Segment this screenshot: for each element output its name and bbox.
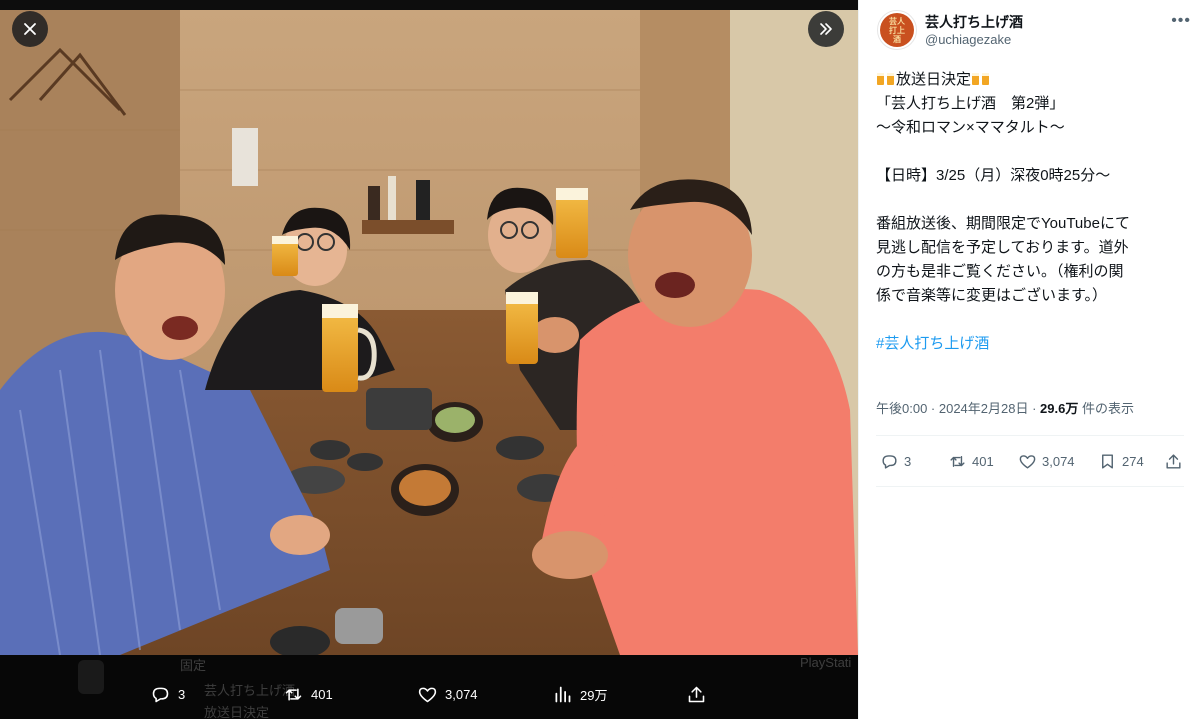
tweet-line-11	[876, 308, 1192, 332]
reply-icon	[882, 454, 897, 469]
tweet-timestamp[interactable]: 午後0:00 · 2024年2月28日 ·	[876, 401, 1040, 416]
media-like-count: 3,074	[445, 686, 478, 702]
divider	[876, 486, 1184, 487]
media-views-count: 29万	[580, 687, 608, 703]
share-icon	[1166, 453, 1181, 469]
tweet-line-9: の方も是非ご覧ください。（権利の関	[876, 263, 1124, 280]
tweet-line-8: 見逃し配信を予定しております。道外	[876, 239, 1129, 256]
tweet-line-6	[876, 188, 1192, 212]
close-media-button[interactable]	[12, 11, 48, 47]
views-count: 29.6万	[1040, 401, 1079, 416]
media-retweet-count: 401	[311, 686, 333, 702]
divider	[876, 435, 1184, 436]
beer-mugs-emoji-icon	[877, 73, 894, 85]
reply-icon	[152, 687, 169, 702]
tweet-line-2: 「芸人打ち上げ酒 第2弾」	[876, 95, 1065, 112]
tweet-author: 芸人 打上酒 芸人打ち上げ酒 @uchiagezake •••	[877, 10, 1191, 54]
tweet-line-1: 放送日決定	[876, 68, 1192, 92]
bookmark-icon	[1102, 453, 1113, 469]
retweet-button[interactable]: 401	[948, 448, 994, 474]
tweet-text: 放送日決定 「芸人打ち上げ酒 第2弾」 〜令和ロマン×ママタルト〜 【日時】3/…	[876, 68, 1192, 356]
tweet-line-7: 番組放送後、期間限定でYouTubeにて	[876, 215, 1130, 232]
tweet-action-row: 3 401 3,074 274	[876, 448, 1184, 474]
media-reply-count: 3	[178, 686, 186, 702]
media-retweet-button[interactable]: 401	[283, 671, 333, 717]
close-icon	[24, 23, 36, 35]
author-handle[interactable]: @uchiagezake	[925, 32, 1011, 47]
media-reply-button[interactable]: 3	[150, 671, 185, 717]
tweet-line-5: 【日時】3/25（月）深夜0時25分〜	[876, 167, 1111, 184]
hashtag-link[interactable]: #芸人打ち上げ酒	[876, 332, 1192, 356]
retweet-icon	[950, 455, 965, 467]
media-viewer: 固定 芸人打ち上げ酒 放送日決定 PlayStati 3 401 3,074 2…	[0, 0, 858, 719]
retweet-icon	[285, 687, 302, 701]
collapse-panel-button[interactable]	[808, 11, 844, 47]
media-share-button[interactable]	[686, 671, 707, 717]
tweet-detail-panel: 芸人 打上酒 芸人打ち上げ酒 @uchiagezake ••• 放送日決定 「芸人…	[858, 0, 1200, 719]
views-icon	[555, 686, 571, 702]
reply-button[interactable]: 3	[880, 448, 911, 474]
like-count: 3,074	[1042, 453, 1075, 469]
tweet-line-1-text: 放送日決定	[896, 71, 972, 88]
tweet-meta: 午後0:00 · 2024年2月28日 · 29.6万 件の表示	[876, 398, 1134, 417]
avatar-logo: 芸人 打上酒	[880, 13, 914, 47]
double-chevron-right-icon	[820, 23, 832, 35]
background-side-label: PlayStati	[800, 655, 852, 670]
bookmark-count: 274	[1122, 453, 1144, 469]
like-icon	[418, 687, 437, 702]
views-label: 件の表示	[1078, 401, 1134, 416]
beer-mugs-emoji-icon	[972, 73, 990, 85]
tweet-line-4	[876, 140, 1192, 164]
media-action-bar: 3 401 3,074 29万	[0, 671, 858, 717]
author-avatar[interactable]: 芸人 打上酒	[877, 10, 917, 50]
share-icon	[688, 686, 705, 702]
like-button[interactable]: 3,074	[1018, 448, 1075, 474]
tweet-photo[interactable]	[0, 10, 858, 655]
like-icon	[1019, 454, 1036, 469]
tweet-line-3: 〜令和ロマン×ママタルト〜	[876, 119, 1065, 136]
retweet-count: 401	[972, 453, 994, 469]
photo-illustration	[0, 10, 858, 655]
media-like-button[interactable]: 3,074	[417, 671, 478, 717]
reply-count: 3	[904, 453, 912, 469]
bookmark-button[interactable]: 274	[1098, 448, 1144, 474]
more-options-icon[interactable]: •••	[1171, 12, 1191, 30]
tweet-line-10: 係で音楽等に変更はございます。）	[876, 287, 1108, 304]
author-name[interactable]: 芸人打ち上げ酒	[925, 12, 1023, 32]
share-button[interactable]	[1164, 448, 1183, 474]
media-views-button[interactable]: 29万	[552, 671, 607, 717]
